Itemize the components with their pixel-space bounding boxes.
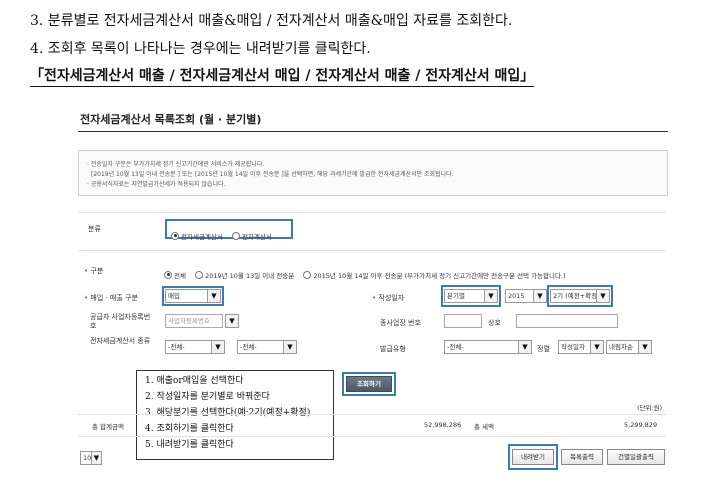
category-radio-group: 전자세금계산서 전자계산서 [165, 219, 293, 241]
notice-box: · 전송일자 구분은 부가가치세 정기 신고기간에만 서비스가 제공됩니다. [… [78, 150, 668, 196]
date-label: • 작성일자 [372, 294, 405, 302]
print-batch-button[interactable]: 건별일괄출력 [607, 449, 665, 465]
sort-value: 작성일자 [561, 343, 585, 351]
name-input[interactable] [516, 314, 618, 328]
tax-amount: 5,299,829 [624, 421, 658, 429]
notice-line-1: · 전송일자 구분은 부가가치세 정기 신고기간에만 서비스가 제공됩니다. [87, 161, 265, 168]
branch-input[interactable] [444, 314, 482, 328]
type-label: • 구분 [84, 267, 104, 275]
type-option-all: 전체 [174, 271, 186, 280]
category-option-invoice: 전자계산서 [241, 232, 272, 241]
page-title: 전자세금계산서 목록조회 (월 · 분기별) [80, 113, 262, 126]
category-top-divider [78, 212, 666, 213]
title-divider [78, 131, 668, 132]
type-option-before: 2019년 10월 13일 이내 전송분 [205, 271, 295, 280]
chevron-down-icon: ▼ [207, 290, 220, 302]
issue-select[interactable]: -전체- ▼ [444, 340, 532, 354]
name-label: 상호 [488, 319, 501, 327]
chevron-down-icon: ▼ [533, 290, 546, 302]
type-radio-before[interactable] [195, 270, 204, 279]
buysell-value: 매입 [168, 292, 180, 300]
chevron-down-icon: ▼ [638, 341, 651, 353]
annotation-note: 1. 매출or매입을 선택한다 2. 작성일자를 분기별로 바꿔준다 3. 해당… [136, 370, 334, 460]
year-select[interactable]: 2015 ▼ [505, 289, 547, 303]
chevron-down-icon: ▼ [226, 315, 238, 327]
type-option-after: 2015년 10월 14일 이후 전송분 (부가가치세 정기 신고기간에만 전송… [313, 271, 566, 280]
instruction-step-3: 3. 분류별로 전자세금계산서 매출&매입 / 전자계산서 매출&매입 자료를 … [30, 13, 513, 29]
chevron-down-icon: ▼ [518, 341, 531, 353]
page-size-select[interactable]: 10 ▼ [80, 451, 102, 465]
period-select[interactable]: 분기별 ▼ [444, 289, 498, 303]
type-radio-all[interactable] [164, 270, 172, 279]
chevron-down-icon: ▼ [211, 341, 224, 353]
type-radio-group: 전체 2019년 10월 13일 이내 전송분 2015년 10월 14일 이후… [164, 264, 570, 283]
chevron-down-icon: ▼ [91, 452, 101, 464]
order-value: 내림차순 [609, 343, 633, 351]
type-radio-after[interactable] [303, 270, 312, 279]
order-select[interactable]: 내림차순 ▼ [606, 340, 652, 354]
category-radio-tax-invoice[interactable] [171, 231, 179, 240]
chevron-down-icon: ▼ [283, 341, 296, 353]
period-value: 분기별 [447, 292, 465, 300]
sort-select[interactable]: 작성일자 ▼ [558, 340, 604, 354]
instruction-step-4: 4. 조회후 목록이 나타나는 경우에는 내려받기를 클릭한다. [30, 41, 371, 57]
quarter-value: 2기 (예정+확정) [553, 292, 600, 300]
kind-label: 전자세금계산서 종류 [90, 337, 151, 345]
branch-label: 종사업장 번호 [380, 319, 421, 327]
supplier-select[interactable]: ▼ [225, 314, 239, 328]
sort-label: 정렬 [537, 345, 550, 353]
summary-bottom-divider [78, 436, 666, 437]
supply-amount: 52,998,286 [424, 421, 462, 429]
kind-select-2[interactable]: -전체- ▼ [237, 340, 297, 354]
category-option-tax-invoice: 전자세금계산서 [181, 232, 223, 241]
issue-value: -전체- [447, 343, 464, 351]
category-label: 분류 [88, 225, 101, 233]
total-label: 총 합계금액 [92, 423, 124, 431]
issue-label: 발급유형 [380, 345, 406, 353]
chevron-down-icon: ▼ [590, 341, 603, 353]
category-radio-invoice[interactable] [231, 231, 240, 240]
print-list-button[interactable]: 목록출력 [561, 449, 603, 465]
notice-line-3: · 공용서식자료는 지연발급가산세가 적용되지 않습니다. [87, 181, 226, 188]
annotation-step-5: 5. 내려받기를 클릭한다 [145, 440, 234, 450]
year-value: 2015 [508, 292, 525, 300]
search-button[interactable]: 조회하기 [346, 376, 392, 392]
supplier-input[interactable]: 사업자등록번호 [165, 314, 223, 328]
kind-value-2: -전체- [240, 343, 257, 351]
instruction-categories: 「전자세금계산서 매출 / 전자세금계산서 매입 / 전자계산서 매출 / 전자… [30, 65, 535, 87]
quarter-select[interactable]: 2기 (예정+확정) ▼ [550, 289, 610, 303]
annotation-step-2: 2. 작성일자를 분기별로 바꿔준다 [145, 392, 270, 402]
download-button[interactable]: 내려받기 [512, 449, 554, 465]
summary-top-divider [78, 414, 666, 415]
buysell-label: • 매입 · 매출 구분 [84, 294, 138, 302]
tax-label: 총 세액 [474, 423, 495, 431]
buysell-select[interactable]: 매입 ▼ [165, 289, 221, 303]
chevron-down-icon: ▼ [596, 290, 609, 302]
chevron-down-icon: ▼ [484, 290, 497, 302]
kind-value-1: -전체- [168, 343, 185, 351]
annotation-step-4: 4. 조회하기를 클릭한다 [145, 424, 234, 434]
kind-select-1[interactable]: -전체- ▼ [165, 340, 225, 354]
unit-label: (단위:원) [637, 404, 663, 412]
annotation-step-1: 1. 매출or매입을 선택한다 [145, 376, 244, 386]
category-bottom-divider [78, 250, 666, 251]
notice-line-2: [2019년 10월 13일 이내 전송분 ] 또는 [2015년 10월 14… [91, 171, 454, 178]
supplier-label: 공급자 사업자등록번호 [90, 313, 151, 330]
